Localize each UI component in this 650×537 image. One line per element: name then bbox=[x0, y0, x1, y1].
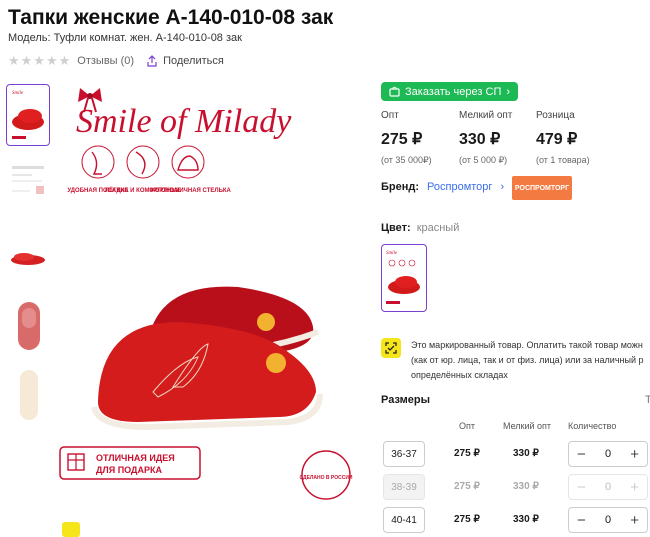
plus-button[interactable]: + bbox=[630, 512, 639, 529]
size-opt-price: 275 ₽ bbox=[454, 514, 480, 525]
size-label: 36-37 bbox=[383, 441, 425, 467]
sizes-title: Размеры bbox=[381, 394, 431, 406]
color-swatch-red[interactable]: Smile bbox=[381, 244, 427, 312]
size-opt-price: 275 ₽ bbox=[454, 448, 480, 459]
svg-text:Smile: Smile bbox=[12, 91, 24, 96]
chevron-right-icon: › bbox=[506, 85, 511, 98]
minus-button: − bbox=[577, 478, 586, 496]
price-retail: Розница 479 ₽ (от 1 товара) bbox=[536, 110, 590, 165]
quantity-value: 0 bbox=[604, 481, 612, 493]
feature-label-3: ЭРГОНОМИЧНАЯ СТЕЛЬКА bbox=[149, 188, 231, 194]
made-in-russia-stamp: СДЕЛАНО В РОССИИ bbox=[299, 450, 353, 500]
brand-logo[interactable]: РОСПРОМТОРГ bbox=[512, 176, 572, 200]
feature-icon-comfort bbox=[81, 145, 115, 179]
thumbnail-3[interactable] bbox=[6, 224, 50, 286]
price-opt: Опт 275 ₽ (от 35 000₽) bbox=[381, 110, 432, 165]
brand-row: Бренд: Роспромторг › bbox=[381, 181, 504, 193]
quantity-stepper: − 0 + bbox=[568, 507, 648, 533]
size-opt-price: 275 ₽ bbox=[454, 481, 480, 492]
svg-text:Smile: Smile bbox=[386, 251, 398, 256]
product-model: Модель: Туфли комнат. жен. А-140-010-08 … bbox=[8, 32, 242, 44]
size-table-link[interactable]: Т bbox=[645, 394, 650, 406]
share-icon bbox=[147, 55, 157, 67]
plus-button: + bbox=[630, 478, 639, 496]
size-small-opt-price: 330 ₽ bbox=[513, 448, 539, 459]
header-small-opt: Мелкий опт bbox=[503, 421, 552, 431]
marking-icon bbox=[381, 338, 401, 358]
chevron-right-icon: › bbox=[500, 181, 505, 193]
quantity-stepper: − 0 + bbox=[568, 474, 648, 500]
color-row: Цвет: красный bbox=[381, 222, 460, 234]
plus-button[interactable]: + bbox=[630, 446, 639, 463]
quantity-value[interactable]: 0 bbox=[605, 514, 611, 526]
feature-icon-insole bbox=[171, 145, 205, 179]
thumbnail-5[interactable] bbox=[6, 364, 50, 426]
marking-badge-icon bbox=[62, 522, 80, 537]
size-label: 38-39 bbox=[383, 474, 425, 500]
rating-stars-icon[interactable]: ★★★★★ bbox=[8, 53, 71, 69]
thumbnail-list: Smile bbox=[6, 84, 50, 434]
size-label: 40-41 bbox=[383, 507, 425, 533]
price-small-opt: Мелкий опт 330 ₽ (от 5 000 ₽) bbox=[459, 110, 513, 165]
brand-link[interactable]: Роспромторг bbox=[427, 181, 492, 193]
rating-row: ★★★★★ Отзывы (0) Поделиться bbox=[8, 53, 224, 69]
brand-label: Бренд: bbox=[381, 181, 420, 193]
header-qty: Количество bbox=[568, 421, 617, 431]
size-row: 40-41 275 ₽ 330 ₽ − 0 + bbox=[383, 507, 650, 533]
share-button[interactable]: Поделиться bbox=[146, 55, 224, 67]
thumbnail-2[interactable] bbox=[6, 154, 50, 216]
thumbnail-4[interactable] bbox=[6, 294, 50, 356]
gift-banner: ОТЛИЧНАЯ ИДЕЯ ДЛЯ ПОДАРКА bbox=[59, 446, 201, 480]
quantity-stepper: − 0 + bbox=[568, 441, 648, 467]
minus-button[interactable]: − bbox=[577, 446, 586, 463]
svg-text:СДЕЛАНО В РОССИИ: СДЕЛАНО В РОССИИ bbox=[299, 475, 352, 481]
size-row: 38-39 275 ₽ 330 ₽ − 0 + bbox=[383, 474, 650, 500]
main-product-image[interactable]: Smile of Milady УДОБНАЯ ПОСАДКА ЛЁГКИЕ И… bbox=[58, 82, 358, 522]
marking-notice: Это маркированный товар. Оплатить такой … bbox=[381, 338, 650, 383]
slipper-badge-front bbox=[266, 353, 286, 373]
slipper-badge-back bbox=[257, 313, 275, 331]
header-opt: Опт bbox=[459, 421, 475, 431]
feature-icon-light bbox=[126, 145, 160, 179]
product-title: Тапки женские А-140-010-08 зак bbox=[8, 6, 334, 29]
cart-icon bbox=[389, 86, 400, 97]
quantity-value[interactable]: 0 bbox=[605, 448, 611, 460]
thumbnail-1[interactable]: Smile bbox=[6, 84, 50, 146]
minus-button[interactable]: − bbox=[577, 512, 586, 529]
brand-logo-text: Smile of Milady bbox=[76, 103, 292, 140]
size-row: 36-37 275 ₽ 330 ₽ − 0 + bbox=[383, 441, 650, 467]
order-sp-button[interactable]: Заказать через СП › bbox=[381, 82, 519, 101]
svg-text:ОТЛИЧНАЯ ИДЕЯ: ОТЛИЧНАЯ ИДЕЯ bbox=[96, 453, 175, 463]
size-small-opt-price: 330 ₽ bbox=[513, 514, 539, 525]
size-small-opt-price: 330 ₽ bbox=[513, 481, 539, 492]
svg-text:ДЛЯ ПОДАРКА: ДЛЯ ПОДАРКА bbox=[96, 465, 162, 475]
reviews-link[interactable]: Отзывы (0) bbox=[77, 55, 134, 67]
